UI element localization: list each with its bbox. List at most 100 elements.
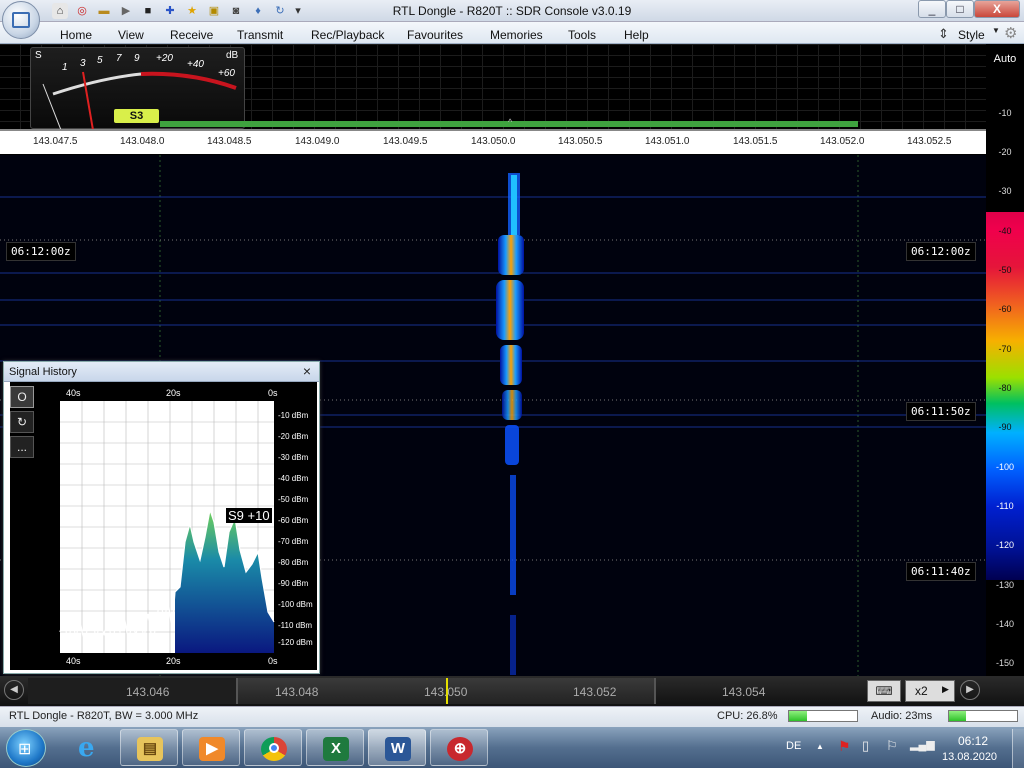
scale-label: -80 — [998, 383, 1012, 393]
tray-app-icon[interactable]: ⚑ — [838, 738, 851, 755]
scale-label: -130 — [995, 580, 1014, 590]
signal-history-reset-button[interactable]: ↻ — [10, 411, 34, 433]
tray-device-icon[interactable]: ▯ — [862, 738, 869, 754]
scroll-left-button[interactable]: ◀ — [4, 680, 24, 700]
network-icon[interactable]: ▂▄▆ — [910, 738, 935, 751]
db-scale-40: +40 — [187, 59, 204, 70]
cpu-status: CPU: 26.8% — [717, 710, 778, 722]
excel-icon[interactable]: X — [306, 729, 364, 766]
s-scale-9: 9 — [134, 53, 140, 64]
menu-rec-playback[interactable]: Rec/Playback — [311, 28, 384, 42]
menu-memories[interactable]: Memories — [490, 28, 543, 42]
menu-favourites[interactable]: Favourites — [407, 28, 463, 42]
history-y-label: -100 dBm — [278, 600, 313, 609]
scroll-right-button[interactable]: ▶ — [960, 680, 980, 700]
signal-history-mode-button[interactable]: O — [10, 386, 34, 408]
clock-time[interactable]: 06:12 — [958, 734, 988, 748]
ruler-tick: 143.048.0 — [120, 136, 165, 147]
menu-receive[interactable]: Receive — [170, 28, 213, 42]
scale-label: -100 — [995, 462, 1014, 472]
history-x-label: 20s — [166, 656, 181, 666]
ruler-tick: 143.052.5 — [907, 136, 952, 147]
tune-marker-icon[interactable]: ^ — [508, 117, 512, 127]
history-y-label: -40 dBm — [278, 474, 309, 483]
close-button[interactable]: X — [974, 0, 1020, 18]
windows-logo-icon: ⊞ — [18, 741, 32, 758]
signal-history-title: Signal History — [4, 362, 319, 382]
sdr-console-icon[interactable]: ⊕ — [430, 729, 488, 766]
history-y-label: -70 dBm — [278, 537, 309, 546]
minimize-button[interactable]: _ — [918, 0, 946, 18]
history-x-label: 20s — [166, 388, 181, 398]
signal-history-close-button[interactable]: × — [299, 364, 315, 380]
s-scale-5: 5 — [97, 55, 103, 66]
s-scale-3: 3 — [80, 58, 86, 69]
s-label: S — [35, 50, 42, 61]
maximize-button[interactable]: □ — [946, 0, 974, 18]
keyboard-icon[interactable]: ⌨ — [867, 680, 901, 702]
waterfall-timestamp: 06:12:00z — [906, 242, 976, 261]
audio-status: Audio: 23ms — [871, 710, 933, 722]
start-button[interactable]: ⊞ — [6, 729, 46, 767]
tuning-label: 143.052 — [573, 685, 617, 699]
history-y-label: -90 dBm — [278, 579, 309, 588]
menu-home[interactable]: Home — [60, 28, 92, 42]
history-x-label: 0s — [268, 656, 278, 666]
history-y-label: -50 dBm — [278, 495, 309, 504]
scale-label: -10 — [998, 108, 1012, 118]
file-explorer-icon[interactable]: ▤ — [120, 729, 178, 766]
app-menu-button[interactable] — [2, 1, 40, 39]
scale-label: -140 — [995, 619, 1014, 629]
internet-explorer-icon[interactable]: e — [66, 729, 114, 766]
ruler-tick: 143.051.5 — [733, 136, 778, 147]
flag-icon[interactable]: ⚐ — [886, 738, 898, 754]
media-player-icon[interactable]: ▶ — [182, 729, 240, 766]
tuning-label: 143.050 — [424, 685, 468, 699]
waterfall-timestamp: 06:11:40z — [906, 562, 976, 581]
scale-label: -150 — [995, 658, 1014, 668]
signal-history-panel[interactable]: Signal History × O ↻ ... 40s 20s 0s 40s … — [3, 361, 320, 674]
scale-label: -30 — [998, 186, 1012, 196]
history-x-label: 0s — [268, 388, 278, 398]
signal-history-plot — [10, 382, 317, 670]
scale-label: -90 — [998, 422, 1012, 432]
chevron-down-icon[interactable]: ▼ — [992, 26, 1000, 35]
word-icon[interactable]: W — [368, 729, 426, 766]
tray-expand-icon[interactable]: ▲ — [816, 742, 824, 751]
menu-view[interactable]: View — [118, 28, 144, 42]
db-scale-60: +60 — [218, 68, 235, 79]
history-y-label: -110 dBm — [278, 621, 313, 630]
waterfall-timestamp: 06:12:00z — [6, 242, 76, 261]
ruler-tick: 143.051.0 — [645, 136, 690, 147]
language-indicator[interactable]: DE — [786, 740, 801, 752]
chrome-icon[interactable] — [244, 729, 302, 766]
ruler-tick: 143.052.0 — [820, 136, 865, 147]
signal-history-graph — [59, 401, 275, 653]
scale-label: -60 — [998, 304, 1012, 314]
tuning-label: 143.046 — [126, 685, 170, 699]
window-title: RTL Dongle - R820T :: SDR Console v3.0.1… — [392, 4, 632, 18]
history-y-label: -60 dBm — [278, 516, 309, 525]
history-y-label: -20 dBm — [278, 432, 309, 441]
ruler-tick: 143.049.0 — [295, 136, 340, 147]
clock-date[interactable]: 13.08.2020 — [942, 751, 997, 763]
gear-icon[interactable]: ⚙ — [1004, 24, 1017, 42]
menu-tools[interactable]: Tools — [568, 28, 596, 42]
menu-help[interactable]: Help — [624, 28, 649, 42]
ruler-tick: 143.048.5 — [207, 136, 252, 147]
auto-scale-toggle[interactable]: Auto — [986, 53, 1024, 65]
scale-label: -120 — [995, 540, 1014, 550]
history-y-label: -120 dBm — [278, 638, 313, 647]
s-scale-7: 7 — [116, 53, 122, 64]
menu-transmit[interactable]: Transmit — [237, 28, 283, 42]
signal-history-more-button[interactable]: ... — [10, 436, 34, 458]
audio-meter — [948, 710, 1018, 722]
scale-label: -70 — [998, 344, 1012, 354]
show-desktop-button[interactable] — [1012, 729, 1024, 768]
ruler-tick: 143.047.5 — [33, 136, 78, 147]
style-menu[interactable]: Style — [958, 28, 985, 42]
history-y-label: -10 dBm — [278, 411, 309, 420]
app-icon — [12, 12, 30, 28]
s-scale-1: 1 — [62, 62, 68, 73]
history-y-label: -30 dBm — [278, 453, 309, 462]
